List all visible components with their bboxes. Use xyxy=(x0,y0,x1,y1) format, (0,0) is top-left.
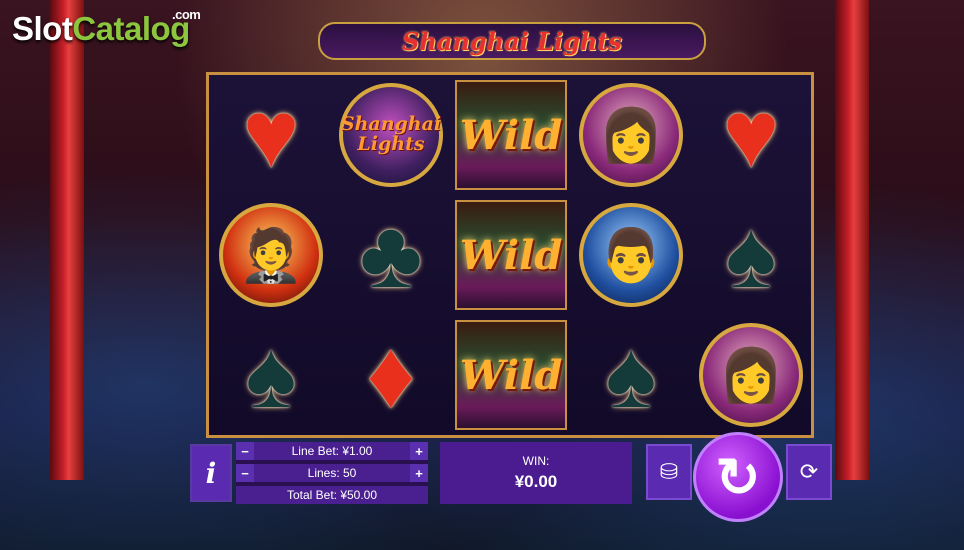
coins-stack-icon: ⛁ xyxy=(659,459,679,484)
reel-cell: ♥ xyxy=(213,79,329,191)
total-bet-label: Total Bet: ¥50.00 xyxy=(286,488,378,502)
wild-symbol: Wild xyxy=(455,320,567,430)
autoplay-button[interactable]: ⟳ xyxy=(786,444,832,500)
game-title-banner: Shanghai Lights xyxy=(318,22,706,60)
right-pillar xyxy=(835,0,869,480)
spade-symbol: ♠ xyxy=(725,201,777,308)
reel-cell: Shanghai Lights xyxy=(333,79,449,191)
lines-increase-button[interactable]: + xyxy=(410,464,428,482)
man1-portrait-symbol: 🤵 xyxy=(219,203,323,307)
reel-cell: 🤵 xyxy=(213,199,329,311)
scatter-text: Shanghai xyxy=(340,113,442,136)
total-bet-row: Total Bet: ¥50.00 xyxy=(236,486,428,504)
reel-cell: 👩 xyxy=(573,79,689,191)
reel-cell: ♥ xyxy=(693,79,809,191)
line-bet-decrease-button[interactable]: − xyxy=(236,442,254,460)
line-bet-increase-button[interactable]: + xyxy=(410,442,428,460)
line-bet-row: − Line Bet: ¥1.00 + xyxy=(236,442,428,460)
reel-grid: ♥ 🤵 ♠ Shanghai Lights ♣ ♦ Wild Wild Wild 👩 👨 ♠ ♥ ♠ 👩 xyxy=(206,72,814,438)
wild-symbol: Wild xyxy=(455,200,567,310)
spin-arrow-icon: ↻ xyxy=(715,447,761,508)
game-title: Shanghai Lights xyxy=(402,26,622,56)
spin-button[interactable]: ↻ xyxy=(693,432,783,522)
reel-cell: Wild xyxy=(453,199,569,311)
logo-text-slot: Slot xyxy=(12,10,73,47)
woman-portrait-symbol: 👩 xyxy=(699,323,803,427)
slotcatalog-logo: SlotCatalog .com xyxy=(12,7,201,48)
reel-cell: Wild xyxy=(453,319,569,431)
reel-cell: Wild xyxy=(453,79,569,191)
heart-symbol: ♥ xyxy=(242,81,300,188)
left-pillar xyxy=(50,0,84,480)
reel-cell: 👩 xyxy=(693,319,809,431)
spade-symbol: ♠ xyxy=(245,321,297,428)
reel-cell: ♠ xyxy=(693,199,809,311)
club-symbol: ♣ xyxy=(359,201,423,308)
man2-portrait-symbol: 👨 xyxy=(579,203,683,307)
lines-label: Lines: 50 xyxy=(307,466,357,480)
reel-cell: ♠ xyxy=(213,319,329,431)
woman-portrait-symbol: 👩 xyxy=(579,83,683,187)
reel-cell: ♣ xyxy=(333,199,449,311)
info-button[interactable]: i xyxy=(190,444,232,502)
heart-symbol: ♥ xyxy=(722,81,780,188)
lines-decrease-button[interactable]: − xyxy=(236,464,254,482)
reel-cell: ♦ xyxy=(333,319,449,431)
logo-text-com: .com xyxy=(172,7,201,22)
lines-row: − Lines: 50 + xyxy=(236,464,428,482)
win-display: WIN: ¥0.00 xyxy=(440,442,632,504)
wild-symbol: Wild xyxy=(455,80,567,190)
line-bet-label: Line Bet: ¥1.00 xyxy=(291,444,373,458)
info-icon: i xyxy=(205,456,217,490)
diamond-symbol: ♦ xyxy=(366,321,416,428)
win-label: WIN: xyxy=(522,454,550,468)
win-value: ¥0.00 xyxy=(514,472,558,491)
autoplay-icon: ⟳ xyxy=(799,459,819,484)
scatter-text: Lights xyxy=(357,133,425,155)
reel-cell: 👨 xyxy=(573,199,689,311)
bet-panel: − Line Bet: ¥1.00 + − Lines: 50 + Total … xyxy=(236,442,428,504)
spade-symbol: ♠ xyxy=(605,321,657,428)
scatter-symbol: Shanghai Lights xyxy=(339,83,443,187)
bet-max-button[interactable]: ⛁ xyxy=(646,444,692,500)
reel-cell: ♠ xyxy=(573,319,689,431)
